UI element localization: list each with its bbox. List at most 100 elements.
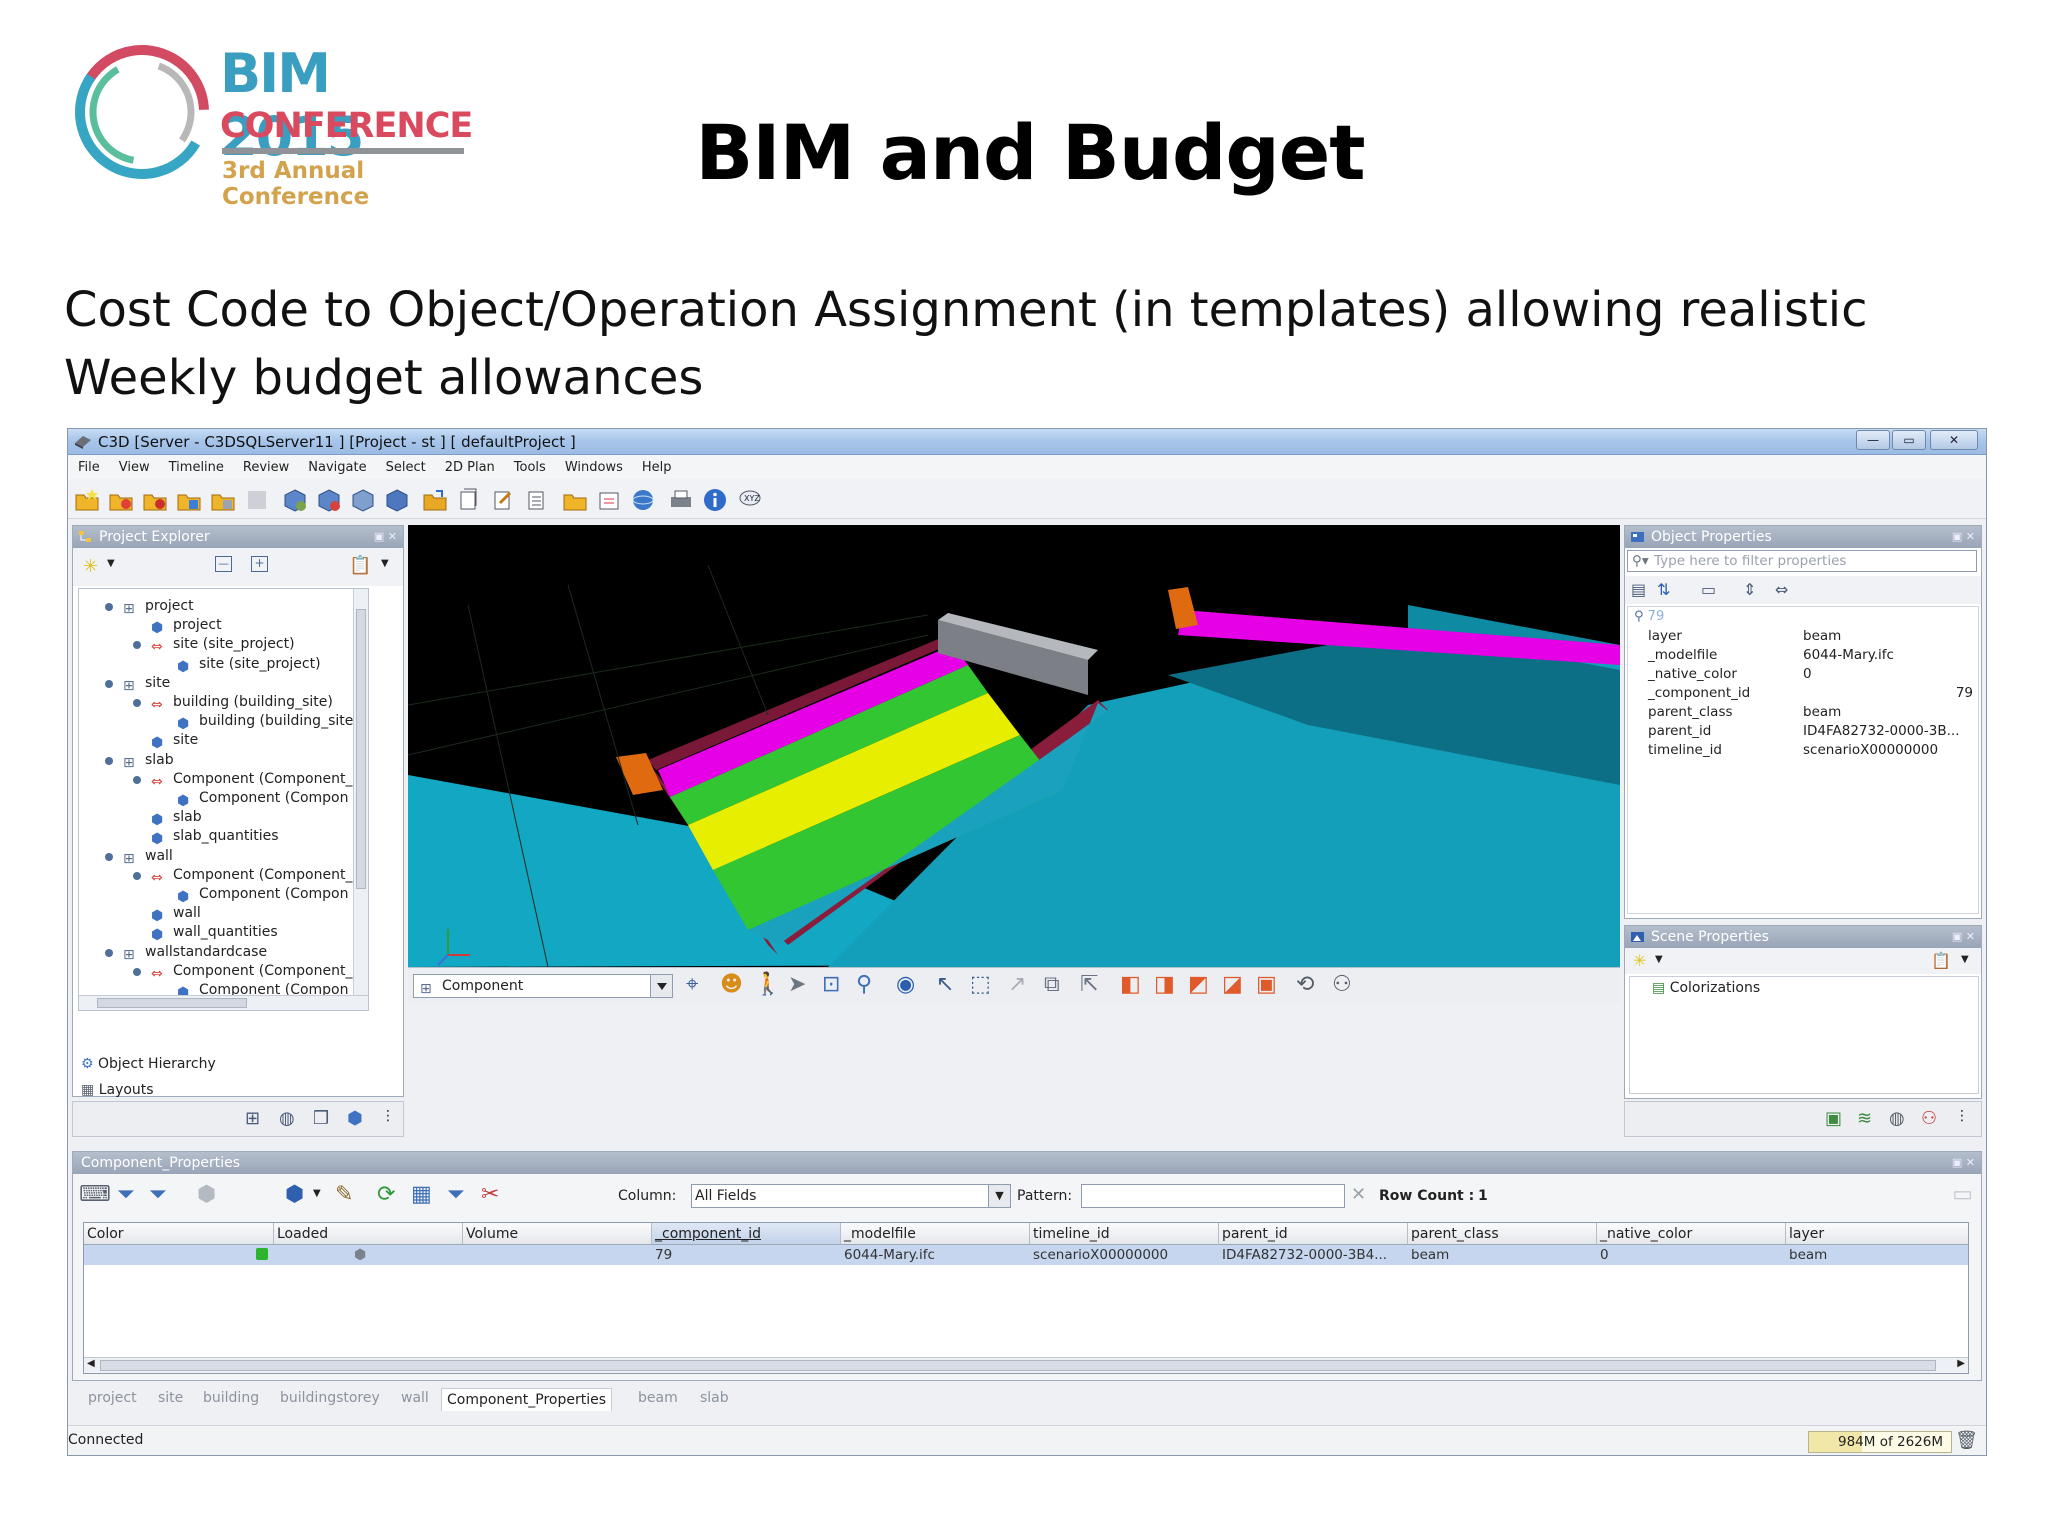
cube-remove-icon[interactable]	[316, 487, 342, 513]
menu-review[interactable]: Review	[233, 455, 298, 475]
options-dropdown-icon[interactable]: ▼	[381, 558, 389, 569]
tab-component-properties[interactable]: Component_Properties	[441, 1388, 613, 1411]
cell-parent-class[interactable]: beam	[1408, 1245, 1597, 1265]
column-header-volume[interactable]: Volume	[463, 1223, 652, 1245]
menu-timeline[interactable]: Timeline	[159, 455, 233, 475]
explorer-tab-object-hierarchy[interactable]: ⚙ Object Hierarchy	[81, 1056, 216, 1072]
tab-site[interactable]: site	[158, 1390, 183, 1406]
open-project-icon[interactable]	[422, 487, 448, 513]
table-link-icon[interactable]: ▦	[411, 1182, 432, 1207]
tree-expander-icon[interactable]	[105, 756, 113, 765]
window-titlebar[interactable]: C3D [Server - C3DSQLServer11 ] [Project …	[68, 429, 1986, 455]
view-front-icon[interactable]: ◧	[1120, 972, 1141, 997]
tree-expander-icon[interactable]	[105, 948, 113, 957]
document-list-icon[interactable]	[524, 487, 550, 513]
tool-cube-icon[interactable]: ⬢	[347, 1108, 363, 1129]
tree-node[interactable]: ⬢ slab	[151, 808, 202, 828]
tree-expander-icon[interactable]	[133, 699, 141, 707]
cell-layer[interactable]: beam	[1786, 1245, 1968, 1265]
panel-controls-icon[interactable]: ▣ ✕	[1952, 1152, 1975, 1174]
tree-node[interactable]: ⇔ site (site_project)	[133, 635, 295, 655]
cube-export-icon[interactable]	[384, 487, 410, 513]
view-back-icon[interactable]: ◨	[1154, 972, 1175, 997]
column-header-parent-id[interactable]: parent_id	[1219, 1223, 1408, 1245]
cube-add-icon[interactable]	[282, 487, 308, 513]
cell-native-color[interactable]: 0	[1597, 1245, 1786, 1265]
camera-icon[interactable]: ◍	[1889, 1108, 1905, 1129]
expand-all-icon[interactable]: +	[251, 556, 268, 572]
folder-c-icon[interactable]	[176, 487, 202, 513]
new-item-star-icon[interactable]: ✳	[83, 556, 98, 577]
tree-expander-icon[interactable]	[133, 775, 141, 784]
tree-node[interactable]: ⬢ wall_quantities	[151, 923, 278, 943]
zoom-icon[interactable]: ⚲	[856, 972, 872, 997]
object-properties-header[interactable]: Object Properties ▣ ✕	[1625, 526, 1981, 548]
export-disabled-icon[interactable]: ▭	[1952, 1182, 1973, 1207]
dropdown-arrow-icon[interactable]: ▼	[313, 1188, 321, 1199]
tree-expander-icon[interactable]	[105, 603, 113, 611]
tree-expander-icon[interactable]	[133, 967, 141, 976]
menu-windows[interactable]: Windows	[555, 455, 632, 475]
property-filter-input[interactable]: ⚲▾ Type here to filter properties	[1627, 550, 1977, 572]
scene-properties-header[interactable]: Scene Properties ▣ ✕	[1625, 926, 1981, 948]
tab-beam[interactable]: beam	[638, 1390, 678, 1406]
disabled-tool-icon[interactable]	[244, 487, 270, 513]
column-header-component-id[interactable]: _component_id	[652, 1223, 841, 1245]
cell-parent-id[interactable]: ID4FA82732-0000-3B4...	[1219, 1245, 1408, 1265]
keyboard-icon[interactable]: ⌨	[79, 1182, 111, 1207]
document-edit-icon[interactable]	[490, 487, 516, 513]
tree-expander-icon[interactable]	[133, 641, 141, 650]
filter-table-icon[interactable]: ⏷	[447, 1182, 465, 1207]
clear-pattern-icon[interactable]: ✕	[1351, 1184, 1366, 1205]
scroll-left-icon[interactable]: ◀	[87, 1358, 95, 1369]
expand-props-icon[interactable]: ⇕	[1743, 580, 1756, 599]
tree-node[interactable]: ⊞ slab	[105, 751, 174, 771]
categorized-view-icon[interactable]: ▤	[1631, 580, 1646, 599]
table-row[interactable]: ⬢ 79 6044-Mary.ifc scenarioX00000000 ID4…	[84, 1245, 1968, 1265]
select-object-icon[interactable]: ⌖	[686, 972, 698, 997]
view-left-icon[interactable]: ◩	[1188, 972, 1209, 997]
fly-mode-icon[interactable]: ➤	[788, 972, 806, 997]
clipboard-icon[interactable]: 📋	[1931, 951, 1951, 970]
tree-node[interactable]: ⊞ site	[105, 674, 170, 694]
info-icon[interactable]	[702, 487, 728, 513]
xyz-coordinates-icon[interactable]: XYZ	[736, 487, 762, 513]
column-header-layer[interactable]: layer	[1786, 1223, 1968, 1245]
menu-select[interactable]: Select	[376, 455, 435, 475]
filter-clear-icon[interactable]: ⏷	[149, 1182, 167, 1207]
tree-node[interactable]: ⬢ project	[151, 616, 222, 636]
group-icon[interactable]: ⚇	[1921, 1108, 1937, 1129]
menu-navigate[interactable]: Navigate	[298, 455, 375, 475]
menu-help[interactable]: Help	[632, 455, 681, 475]
tree-vertical-scrollbar[interactable]	[353, 589, 368, 1010]
cell-volume[interactable]	[463, 1245, 652, 1265]
tree-horizontal-scrollbar[interactable]	[79, 995, 368, 1010]
menu-2d-plan[interactable]: 2D Plan	[435, 455, 504, 475]
cell-color[interactable]	[84, 1245, 274, 1265]
tab-buildingstorey[interactable]: buildingstorey	[280, 1390, 380, 1406]
folder-a-icon[interactable]	[108, 487, 134, 513]
tree-expander-icon[interactable]	[105, 679, 113, 688]
import-icon[interactable]	[596, 487, 622, 513]
tree-node[interactable]: ⬢ building (building_site)	[177, 712, 359, 732]
tree-node[interactable]: ⇔ Component (Component_	[133, 866, 352, 886]
dropdown-arrow-icon[interactable]: ▼	[1655, 954, 1663, 965]
dropdown-arrow-icon[interactable]: ▼	[107, 558, 115, 569]
tree-node[interactable]: ⬢ wall	[151, 904, 201, 924]
panel-controls-icon[interactable]: ▣ ✕	[374, 526, 397, 548]
tool-more-icon[interactable]: ⋮	[381, 1108, 395, 1124]
lasso-select-icon[interactable]: ↗	[1008, 972, 1026, 997]
tree-expander-icon[interactable]	[133, 871, 141, 880]
maximize-button[interactable]: ▭	[1892, 430, 1926, 450]
tree-node[interactable]: ⬢ slab_quantities	[151, 827, 279, 847]
user-cube-icon[interactable]: ⬢	[285, 1182, 304, 1207]
view-top-icon[interactable]: ▣	[1256, 972, 1277, 997]
column-select[interactable]: All Fields ▼	[691, 1184, 1011, 1208]
clipboard-icon[interactable]: 📋	[349, 555, 371, 576]
layer-green-icon[interactable]: ▣	[1825, 1108, 1842, 1129]
camera-move-icon[interactable]: ⟲	[1296, 972, 1314, 997]
folder-d-icon[interactable]	[210, 487, 236, 513]
3d-viewport[interactable]	[408, 525, 1620, 967]
garbage-collect-icon[interactable]: 🗑	[1955, 1430, 1978, 1451]
tab-building[interactable]: building	[203, 1390, 259, 1406]
